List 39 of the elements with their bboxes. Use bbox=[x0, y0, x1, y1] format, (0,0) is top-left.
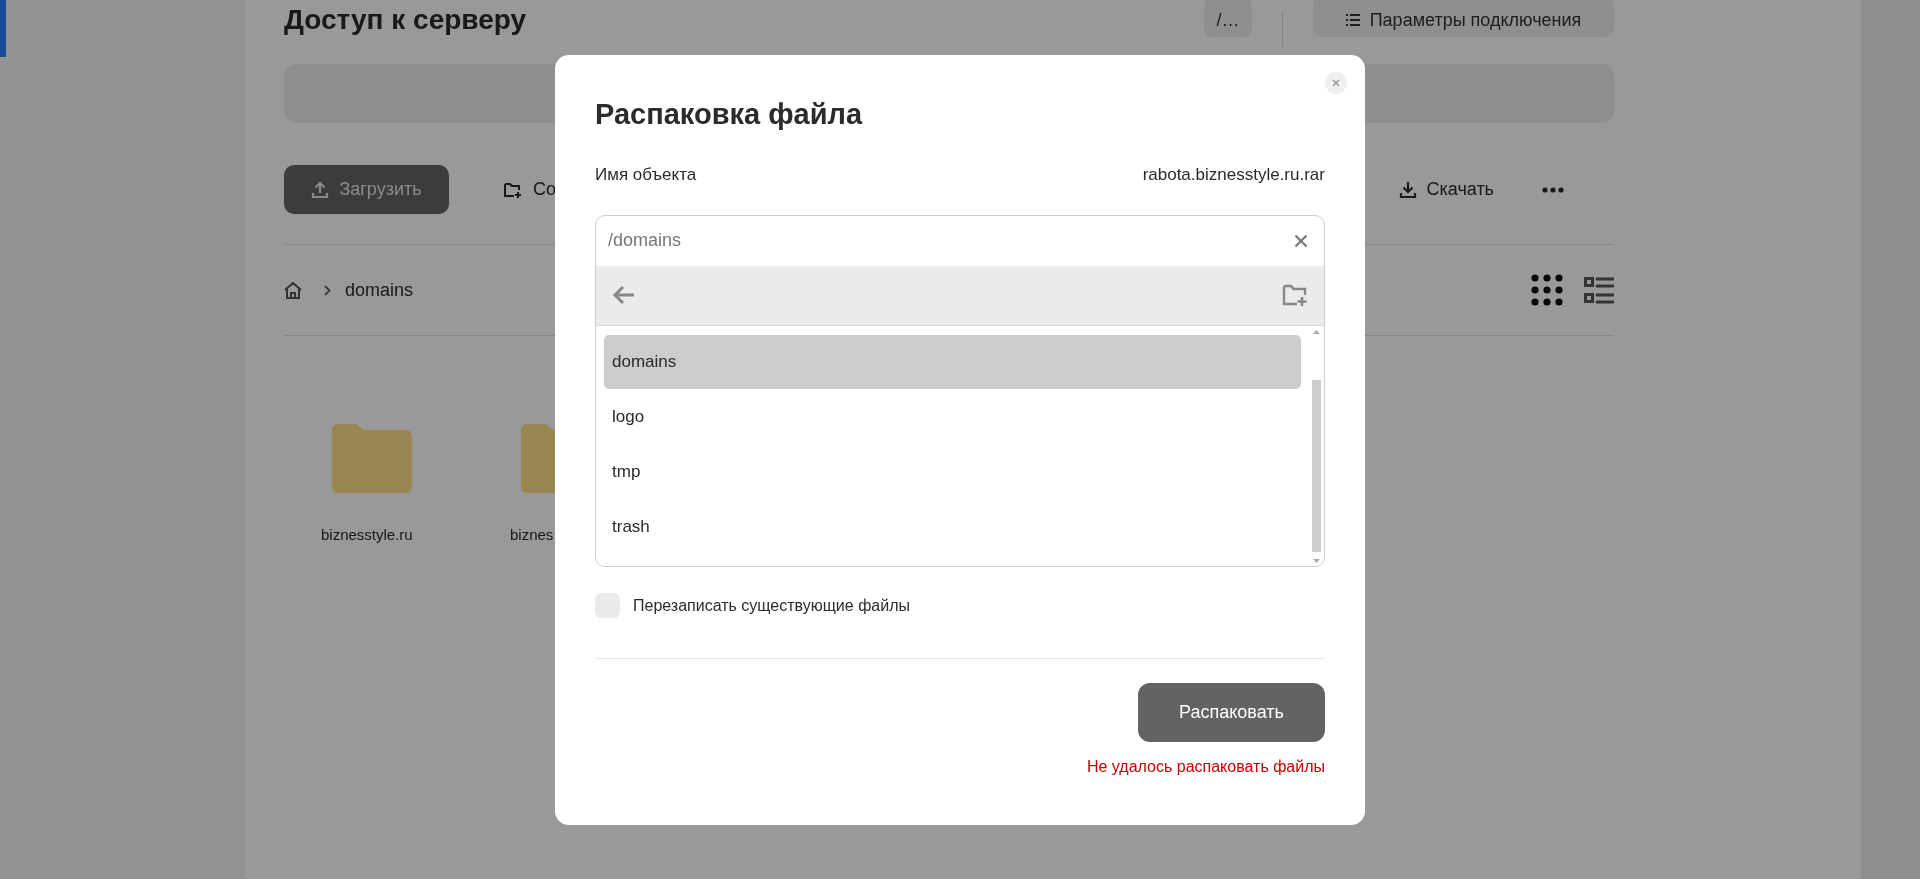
back-arrow-icon[interactable] bbox=[612, 285, 636, 305]
clear-icon[interactable] bbox=[1294, 233, 1308, 248]
unpack-button[interactable]: Распаковать bbox=[1138, 682, 1325, 742]
folder-plus-icon[interactable] bbox=[1282, 283, 1308, 307]
upload-button[interactable]: Загрузить bbox=[284, 165, 449, 214]
download-button[interactable]: Скачать bbox=[1398, 165, 1494, 214]
download-icon bbox=[1398, 180, 1417, 199]
folder-item[interactable]: logo bbox=[604, 389, 1301, 444]
checkbox-label[interactable]: Перезаписать существующие файлы bbox=[633, 596, 910, 615]
upload-icon bbox=[311, 180, 330, 199]
error-message: Не удалось распаковать файлы bbox=[1086, 756, 1325, 777]
settings-button[interactable]: Параметры подключения bbox=[1313, 0, 1614, 37]
grid-view-icon[interactable] bbox=[1531, 274, 1563, 306]
path-button[interactable]: /… bbox=[1204, 0, 1252, 37]
folder-icon bbox=[332, 424, 412, 493]
scroll-up-icon bbox=[1313, 329, 1320, 334]
more-icon bbox=[1542, 186, 1564, 193]
page-title: Доступ к серверу bbox=[284, 4, 528, 36]
folder-plus-icon bbox=[503, 180, 523, 199]
folder-item[interactable]: trash bbox=[604, 499, 1301, 554]
field-label: Имя объекта bbox=[595, 163, 697, 186]
folder-item[interactable]: tmp bbox=[604, 444, 1301, 499]
object-name: rabota.biznesstyle.ru.rar bbox=[1142, 163, 1325, 186]
scroll-down-icon bbox=[1313, 558, 1320, 563]
close-icon bbox=[1332, 78, 1340, 87]
close-button[interactable] bbox=[1325, 71, 1347, 94]
home-icon bbox=[284, 281, 302, 299]
list-view-icon[interactable] bbox=[1584, 276, 1614, 304]
folder-item[interactable]: domains bbox=[604, 334, 1301, 389]
dialog-title: Распаковка файла bbox=[595, 96, 864, 132]
new-folder-button[interactable]: Со bbox=[503, 165, 556, 214]
path-field[interactable]: /domains bbox=[608, 230, 1294, 251]
file-name[interactable]: biznesstyle.ru bbox=[321, 526, 413, 543]
chevron-icon bbox=[324, 284, 331, 296]
breadcrumb-link[interactable]: domains bbox=[345, 279, 414, 301]
list-icon bbox=[1345, 14, 1360, 26]
file-name[interactable]: biznes bbox=[510, 526, 554, 543]
active-indicator bbox=[0, 0, 6, 57]
scrollbar-thumb[interactable] bbox=[1312, 379, 1321, 552]
